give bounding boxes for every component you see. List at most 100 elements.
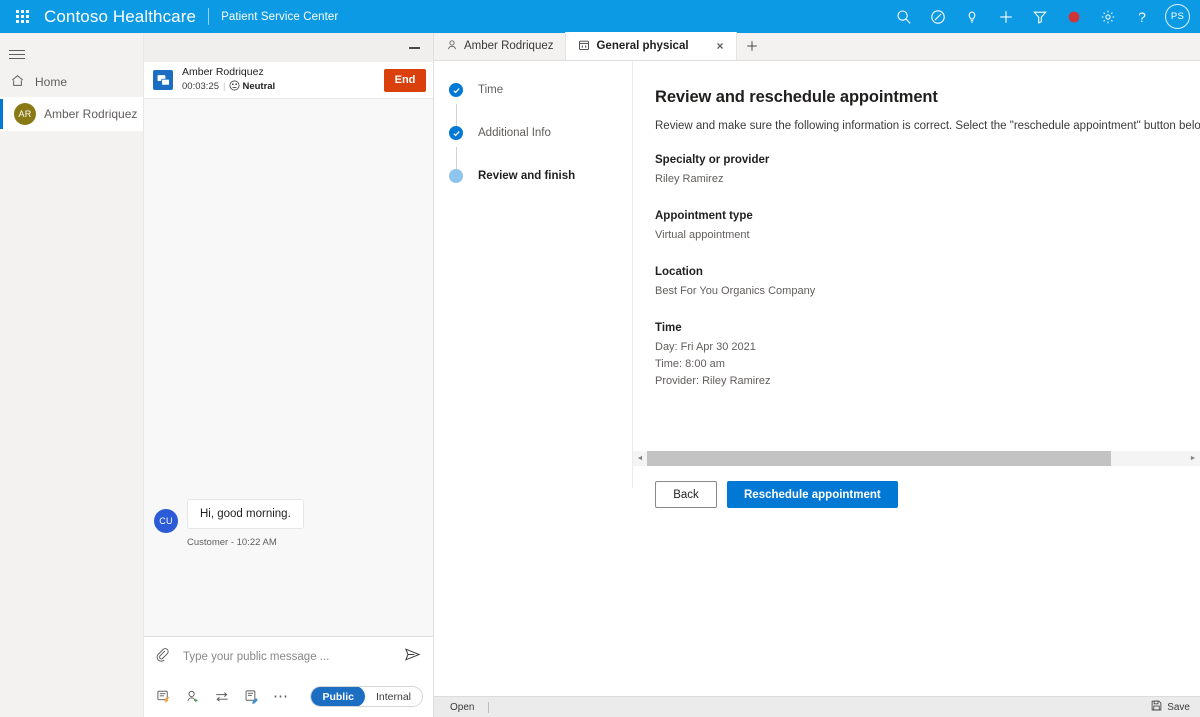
lightbulb-icon[interactable] — [955, 0, 989, 33]
send-icon[interactable] — [404, 646, 421, 668]
chat-transcript: CU Hi, good morning. Customer - 10:22 AM — [144, 99, 433, 636]
composer-toolbar: ⋯ Public Internal — [144, 676, 433, 717]
app-root: Contoso Healthcare Patient Service Cente… — [0, 0, 1200, 717]
calendar-icon — [578, 39, 590, 54]
wizard-stepper: Time Additional Info Review and finish — [434, 61, 633, 488]
conversation-header: Amber Rodriquez 00:03:25 | Neutral End — [144, 62, 433, 99]
sidebar-item-label: Amber Rodriquez — [44, 107, 138, 121]
conversation-panel-titlebar — [144, 33, 433, 62]
gear-icon[interactable] — [1091, 0, 1125, 33]
top-app-bar: Contoso Healthcare Patient Service Cente… — [0, 0, 1200, 33]
end-conversation-button[interactable]: End — [384, 68, 426, 92]
toggle-internal[interactable]: Internal — [365, 687, 422, 706]
app-launcher-icon[interactable] — [0, 10, 44, 23]
conversation-panel: Amber Rodriquez 00:03:25 | Neutral End C… — [144, 33, 434, 717]
sidebar-item-label: Home — [35, 75, 68, 89]
conversation-meta: Amber Rodriquez 00:03:25 | Neutral — [173, 66, 384, 95]
message-input[interactable] — [170, 650, 404, 663]
app-name-label: Patient Service Center — [221, 10, 339, 23]
status-divider — [488, 701, 490, 713]
quick-reply-icon[interactable] — [156, 689, 171, 704]
field-value: Best For You Organics Company — [655, 285, 816, 298]
avatar: CU — [154, 509, 178, 533]
record-state-label: Open — [450, 701, 475, 713]
chat-message-caption: Customer - 10:22 AM — [187, 537, 277, 548]
paperclip-icon[interactable] — [155, 647, 170, 667]
step-label: Time — [478, 84, 504, 96]
home-icon — [10, 73, 25, 91]
transfer-icon[interactable] — [214, 689, 230, 705]
sentiment-label: Neutral — [242, 81, 276, 93]
tab-amber-rodriquez[interactable]: Amber Rodriquez — [434, 32, 567, 60]
form-content: Review and reschedule appointment Review… — [633, 61, 1200, 488]
scrollbar-thumb[interactable] — [647, 451, 1111, 466]
field-label: Location — [655, 266, 703, 279]
step-time[interactable]: Time — [434, 79, 632, 101]
add-participant-icon[interactable] — [185, 689, 200, 704]
horizontal-scrollbar[interactable]: ◄ ► — [633, 451, 1200, 466]
hamburger-menu-icon[interactable] — [0, 33, 143, 67]
field-value: Riley Ramirez — [655, 173, 724, 185]
check-icon — [449, 83, 463, 97]
add-tab-icon[interactable] — [737, 32, 767, 60]
step-additional-info[interactable]: Additional Info — [434, 122, 632, 144]
chat-message: CU Hi, good morning. Customer - 10:22 AM — [154, 499, 304, 548]
form-description: Review and make sure the following infor… — [655, 120, 1200, 132]
filter-icon[interactable] — [1023, 0, 1057, 33]
chat-icon — [153, 70, 173, 90]
reschedule-appointment-button[interactable]: Reschedule appointment — [727, 481, 898, 508]
plus-icon[interactable] — [989, 0, 1023, 33]
field-appointment-type: Appointment type Virtual appointment — [655, 210, 1200, 244]
avatar[interactable]: PS — [1165, 4, 1190, 29]
page-title: Review and reschedule appointment — [655, 88, 938, 106]
current-step-dot-icon — [449, 169, 463, 183]
chat-bubble: Hi, good morning. — [187, 499, 304, 529]
field-specialty-or-provider: Specialty or provider Riley Ramirez — [655, 154, 1200, 188]
scrollbar-track[interactable] — [647, 451, 1186, 466]
save-label: Save — [1167, 701, 1190, 713]
close-icon[interactable]: × — [717, 40, 724, 52]
scroll-right-icon[interactable]: ► — [1186, 455, 1200, 462]
step-review-and-finish[interactable]: Review and finish — [434, 165, 632, 187]
avatar: AR — [14, 103, 36, 125]
status-bar: Open Save — [434, 696, 1200, 717]
meta-divider: | — [222, 81, 226, 93]
conversation-substatus: 00:03:25 | Neutral — [182, 80, 384, 95]
search-icon[interactable] — [887, 0, 921, 33]
message-composer: ⋯ Public Internal — [144, 636, 433, 717]
check-icon — [449, 126, 463, 140]
visibility-toggle[interactable]: Public Internal — [310, 686, 423, 707]
left-sidebar: Home AR Amber Rodriquez — [0, 33, 144, 717]
top-bar-actions: ? PS — [887, 0, 1200, 33]
tab-strip: Amber Rodriquez General physical × — [434, 32, 1200, 61]
field-label: Specialty or provider — [655, 154, 770, 166]
minimize-icon[interactable] — [409, 47, 420, 48]
chat-message-body: Hi, good morning. Customer - 10:22 AM — [178, 499, 304, 548]
save-button[interactable]: Save — [1151, 700, 1190, 714]
form-actions: Back Reschedule appointment — [655, 481, 898, 508]
assistant-icon[interactable] — [921, 0, 955, 33]
record-icon[interactable] — [1057, 0, 1091, 33]
field-value: Virtual appointment — [655, 229, 750, 242]
back-button[interactable]: Back — [655, 481, 717, 508]
person-icon — [446, 39, 458, 54]
composer-input-row — [144, 637, 433, 676]
field-time: Time Day: Fri Apr 30 2021 Time: 8:00 am … — [655, 322, 1200, 390]
field-label: Time — [655, 322, 682, 335]
step-label: Review and finish — [478, 170, 576, 182]
tab-general-physical[interactable]: General physical × — [566, 32, 737, 60]
sidebar-item-amber-rodriquez[interactable]: AR Amber Rodriquez — [0, 97, 143, 131]
help-icon[interactable]: ? — [1125, 0, 1159, 33]
sidebar-item-home[interactable]: Home — [0, 67, 143, 97]
field-label: Appointment type — [655, 210, 753, 223]
note-icon[interactable] — [244, 689, 259, 704]
field-value: Day: Fri Apr 30 2021 Time: 8:00 am Provi… — [655, 341, 771, 388]
field-location: Location Best For You Organics Company — [655, 266, 1200, 300]
toggle-public[interactable]: Public — [311, 687, 365, 706]
customer-name: Amber Rodriquez — [182, 65, 264, 78]
tab-label: General physical — [596, 40, 689, 52]
status-badge: Neutral — [229, 80, 275, 95]
neutral-face-icon — [229, 80, 240, 95]
save-icon — [1151, 700, 1162, 714]
scroll-left-icon[interactable]: ◄ — [633, 455, 647, 462]
